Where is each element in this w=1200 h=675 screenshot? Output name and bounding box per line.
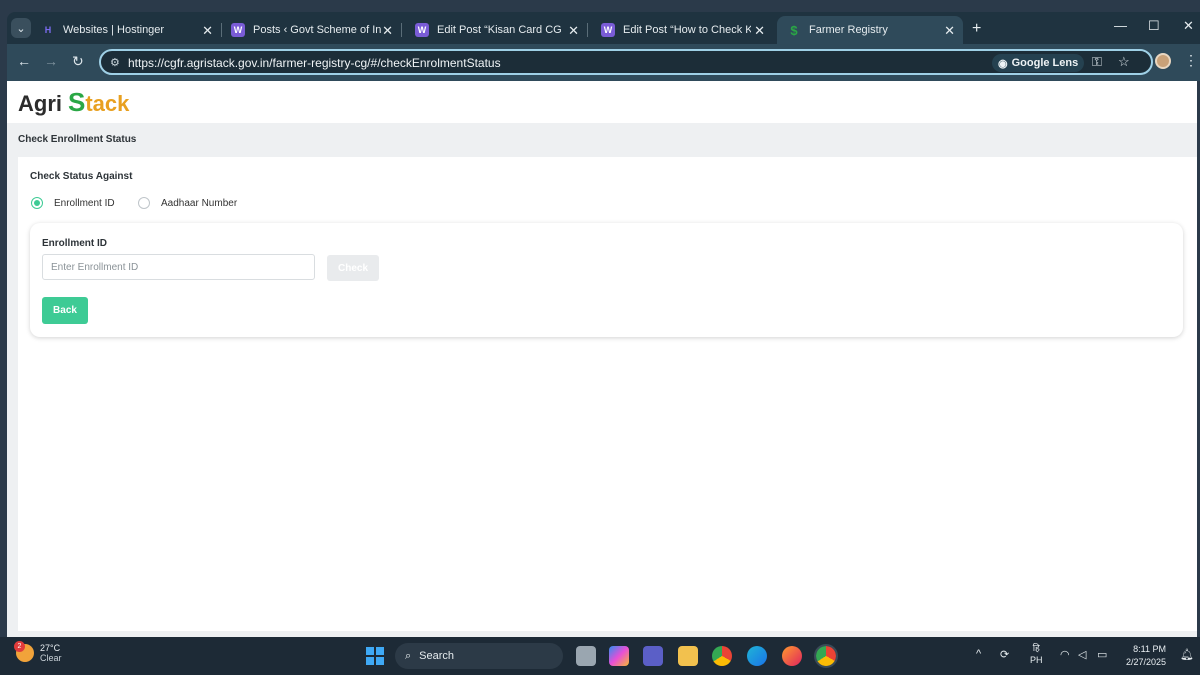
tab-title: Websites | Hostinger [63,24,165,36]
search-icon: ⌕ [405,649,412,662]
back-arrow-icon[interactable]: ← [17,53,31,69]
show-hidden-icons-chevron-icon[interactable]: ^ [976,648,981,660]
url-text[interactable]: https://cgfr.agristack.gov.in/farmer-reg… [128,56,501,70]
task-view-icon[interactable] [576,646,596,666]
wordpress-icon: W [231,23,245,37]
copilot-icon[interactable] [609,646,629,666]
close-tab-icon[interactable]: ✕ [568,23,579,39]
battery-icon[interactable]: ▭ [1097,648,1107,661]
page-header: Check Enrollment Status [7,123,1197,157]
tab-divider [587,23,588,37]
radio-aadhaar-label: Aadhaar Number [161,197,238,209]
clock-time: 8:11 PM [1133,644,1166,654]
tab-title: Posts ‹ Govt Scheme of Ind — W [253,24,381,36]
tab-edit-post-how-to-check[interactable]: W Edit Post “How to Check Kisan C ✕ [591,16,773,44]
tab-hostinger[interactable]: H Websites | Hostinger ✕ [31,16,221,44]
agristack-icon: $ [790,22,798,38]
enrollment-id-label: Enrollment ID [42,238,108,249]
status-against-label: Check Status Against [30,171,133,182]
close-tab-icon[interactable]: ✕ [754,23,765,39]
status-card: Check Status Against Enrollment ID Aadha… [18,157,1197,631]
moon-weather-icon: 2 [14,641,34,662]
logo-text-agri: Agri [18,91,62,116]
clock-date: 2/27/2025 [1125,657,1166,667]
radio-aadhaar-number[interactable]: Aadhaar Number [138,197,237,209]
close-tab-icon[interactable]: ✕ [944,23,955,39]
notifications-bell-icon[interactable]: 🔔︎ [1180,648,1194,661]
windows-start-icon[interactable] [366,647,384,665]
enrollment-id-input[interactable] [42,254,315,280]
temperature: 27°C [40,643,61,653]
tab-posts[interactable]: W Posts ‹ Govt Scheme of Ind — W ✕ [221,16,401,44]
tab-title: Farmer Registry [809,24,888,36]
taskbar-search[interactable]: ⌕ Search [395,643,563,669]
logo-text-tack: tack [85,91,130,116]
chrome-icon[interactable] [712,646,732,666]
search-label: Search [419,650,455,662]
enrollment-form: Enrollment ID Check Back [30,223,1183,337]
radio-enrollment-label: Enrollment ID [54,197,115,209]
site-info-icon[interactable]: ⚙ [110,56,120,69]
volume-icon[interactable]: ◁ [1078,648,1086,661]
close-window-icon[interactable]: ✕ [1183,18,1194,34]
tab-title: Edit Post “Kisan Card CG Online [437,24,565,36]
file-explorer-icon[interactable] [678,646,698,666]
language-script: हि [1032,643,1040,653]
notification-badge: 2 [14,641,25,652]
tab-farmer-registry[interactable]: $ Farmer Registry ✕ [777,16,963,44]
web-page: Agri S tack Check Enrollment Status Chec… [7,81,1197,637]
edge-icon[interactable] [747,646,767,666]
wordpress-icon: W [601,23,615,37]
teams-icon[interactable] [643,646,663,666]
wordpress-icon: W [415,23,429,37]
agristack-logo[interactable]: Agri S tack [18,87,129,119]
lens-icon: ◉ [998,57,1008,70]
close-tab-icon[interactable]: ✕ [382,23,393,39]
tab-strip: ⌄ H Websites | Hostinger ✕ W Posts ‹ Gov… [7,12,1200,44]
tab-search-chevron-icon[interactable]: ⌄ [11,18,31,38]
browser-menu-icon[interactable]: ⋮ [1184,52,1198,69]
weather-condition: Clear [40,653,62,663]
firefox-icon[interactable] [782,646,802,666]
windows-taskbar: 2 27°C Clear ⌕ Search ^ ⟳ हि PH ◠ ◁ ▭ 8:… [0,637,1200,675]
chrome-profile-icon[interactable] [814,644,838,668]
tab-edit-post-kisan-card[interactable]: W Edit Post “Kisan Card CG Online ✕ [405,16,587,44]
reload-icon[interactable]: ↻ [72,53,84,70]
password-key-icon[interactable]: ⚿ [1092,54,1102,70]
tab-divider [401,23,402,37]
radio-enrollment-id[interactable]: Enrollment ID [31,197,115,209]
tab-title: Edit Post “How to Check Kisan C [623,24,751,36]
new-tab-icon[interactable]: + [972,20,981,38]
minimize-icon[interactable]: — [1114,18,1127,33]
radio-unselected-icon[interactable] [138,197,150,209]
address-bar[interactable]: ⚙ https://cgfr.agristack.gov.in/farmer-r… [99,49,1153,75]
forward-arrow-icon[interactable]: → [44,53,58,69]
wifi-icon[interactable]: ◠ [1060,648,1070,661]
close-tab-icon[interactable]: ✕ [202,23,213,39]
browser-toolbar: ← → ↻ ⚙ https://cgfr.agristack.gov.in/fa… [7,44,1200,81]
google-lens-button[interactable]: ◉ Google Lens [992,54,1085,72]
back-button[interactable]: Back [42,297,88,324]
weather-widget[interactable]: 2 27°C Clear [14,641,62,663]
radio-selected-icon[interactable] [31,197,43,209]
language-region: PH [1030,655,1043,665]
sync-icon[interactable]: ⟳ [1000,648,1009,661]
page-title: Check Enrollment Status [18,134,137,145]
hostinger-icon: H [44,25,52,35]
logo-text-s: S [68,87,86,117]
lens-label: Google Lens [1011,57,1079,69]
bookmark-star-icon[interactable]: ☆ [1118,54,1130,70]
maximize-icon[interactable]: ☐ [1148,18,1160,34]
language-indicator[interactable]: हि PH [1030,642,1043,666]
system-clock[interactable]: 8:11 PM 2/27/2025 [1124,643,1166,669]
check-button[interactable]: Check [327,255,379,281]
profile-avatar[interactable] [1155,53,1171,69]
browser-window: ⌄ H Websites | Hostinger ✕ W Posts ‹ Gov… [7,12,1200,81]
